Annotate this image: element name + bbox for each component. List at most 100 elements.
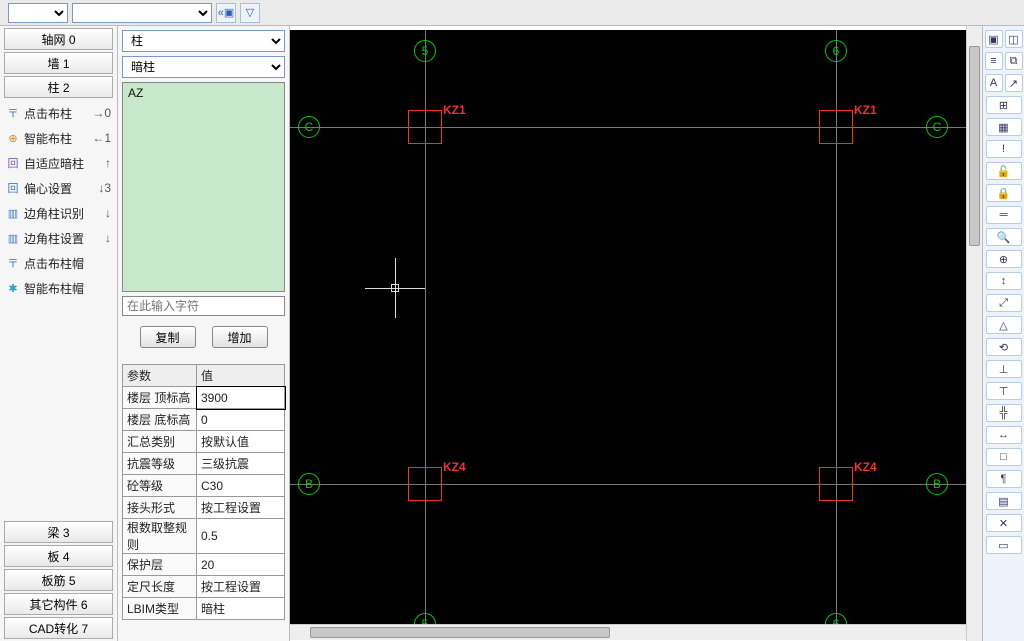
tool-suffix: ↓ — [105, 206, 111, 220]
column-marker[interactable] — [408, 467, 442, 501]
add-button[interactable]: 增加 — [212, 326, 268, 348]
copy-button[interactable]: 复制 — [140, 326, 196, 348]
tool-icon[interactable]: ✕ — [986, 514, 1022, 532]
category-item[interactable]: 墙 1 — [4, 52, 113, 74]
tool-icon[interactable]: 🔍 — [986, 228, 1022, 246]
tool-icon[interactable]: ╬ — [986, 404, 1022, 422]
tool-icon[interactable]: ≡ — [985, 52, 1003, 70]
tool-item[interactable]: 回偏心设置↓3 — [4, 176, 113, 200]
tool-icon[interactable]: ▣ — [985, 30, 1003, 48]
table-header: 参数 值 — [123, 365, 285, 387]
tool-icon[interactable]: ↕ — [986, 272, 1022, 290]
tool-item[interactable]: ▥边角柱识别↓ — [4, 201, 113, 225]
column-label: KZ1 — [854, 103, 877, 117]
tool-icon[interactable]: ▭ — [986, 536, 1022, 554]
category-item[interactable]: 板 4 — [4, 545, 113, 567]
tool-icon[interactable]: ═ — [986, 206, 1022, 224]
param-value[interactable]: 0 — [197, 409, 285, 431]
tool-suffix: ↓ — [105, 231, 111, 245]
table-row[interactable]: 定尺长度按工程设置 — [123, 576, 285, 598]
tool-icon[interactable]: ▤ — [986, 492, 1022, 510]
search-input[interactable] — [122, 296, 285, 316]
scrollbar-thumb[interactable] — [969, 46, 980, 246]
tool-icon[interactable]: ! — [986, 140, 1022, 158]
scrollbar-thumb[interactable] — [310, 627, 610, 638]
tool-icon: 〒 — [6, 106, 20, 120]
component-type-dropdown[interactable]: 柱 — [122, 30, 285, 52]
table-row[interactable]: 砼等级C30 — [123, 475, 285, 497]
top-dropdown-2[interactable] — [72, 3, 212, 23]
column-marker[interactable] — [819, 110, 853, 144]
param-value[interactable]: 20 — [197, 554, 285, 576]
param-value[interactable]: 按工程设置 — [197, 576, 285, 598]
tool-icon[interactable]: ⊤ — [986, 382, 1022, 400]
vertical-scrollbar[interactable] — [966, 26, 982, 641]
column-label: KZ4 — [443, 460, 466, 474]
component-list[interactable]: AZ — [122, 82, 285, 292]
table-row[interactable]: 汇总类别按默认值 — [123, 431, 285, 453]
tool-icon: ▥ — [6, 206, 20, 220]
axis-bubble: 5 — [414, 40, 436, 62]
tool-item[interactable]: 回自适应暗柱↑ — [4, 151, 113, 175]
tool-icon[interactable]: ⊞ — [986, 96, 1022, 114]
tool-item[interactable]: 〒点击布柱→0 — [4, 101, 113, 125]
table-row[interactable]: 楼层 底标高0 — [123, 409, 285, 431]
param-name: 接头形式 — [123, 497, 197, 519]
column-marker[interactable] — [408, 110, 442, 144]
filter-icon[interactable]: ▽ — [240, 3, 260, 23]
horizontal-scrollbar[interactable] — [290, 624, 966, 640]
tool-icon[interactable]: 🔓 — [986, 162, 1022, 180]
list-item[interactable]: AZ — [128, 86, 143, 100]
category-item[interactable]: CAD转化 7 — [4, 617, 113, 639]
param-value[interactable]: 3900 — [197, 387, 285, 409]
category-item[interactable]: 其它构件 6 — [4, 593, 113, 615]
toolbar-button-1[interactable]: «▣ — [216, 3, 236, 23]
param-value[interactable]: C30 — [197, 475, 285, 497]
tool-label: 边角柱设置 — [24, 230, 84, 247]
param-name: 楼层 顶标高 — [123, 387, 197, 409]
tool-icon[interactable]: △ — [986, 316, 1022, 334]
tool-item[interactable]: ✱智能布柱帽 — [4, 276, 113, 300]
tool-item[interactable]: 〒点击布柱帽 — [4, 251, 113, 275]
tool-icon[interactable]: ⧉ — [1005, 52, 1023, 70]
top-dropdown-1[interactable] — [8, 3, 68, 23]
param-value[interactable]: 按工程设置 — [197, 497, 285, 519]
tool-icon[interactable]: □ — [986, 448, 1022, 466]
tool-icon[interactable]: ⊕ — [986, 250, 1022, 268]
tool-icon[interactable]: ⟲ — [986, 338, 1022, 356]
tool-item[interactable]: ⊕智能布柱←1 — [4, 126, 113, 150]
param-value[interactable]: 0.5 — [197, 519, 285, 554]
tool-icon[interactable]: ⤢ — [986, 294, 1022, 312]
axis-bubble: 6 — [825, 40, 847, 62]
tool-suffix: ←1 — [92, 131, 111, 145]
param-name: 楼层 底标高 — [123, 409, 197, 431]
tool-icon[interactable]: 🔒 — [986, 184, 1022, 202]
component-subtype-dropdown[interactable]: 暗柱 — [122, 56, 285, 78]
param-name: LBIM类型 — [123, 598, 197, 620]
table-row[interactable]: 保护层20 — [123, 554, 285, 576]
column-marker[interactable] — [819, 467, 853, 501]
param-value[interactable]: 按默认值 — [197, 431, 285, 453]
category-item[interactable]: 板筋 5 — [4, 569, 113, 591]
table-row[interactable]: 根数取整规则0.5 — [123, 519, 285, 554]
tool-icon[interactable]: ↗ — [1005, 74, 1023, 92]
tool-icon[interactable]: ⊥ — [986, 360, 1022, 378]
tool-icon[interactable]: A — [985, 74, 1003, 92]
tool-item[interactable]: ▥边角柱设置↓ — [4, 226, 113, 250]
param-value[interactable]: 暗柱 — [197, 598, 285, 620]
tool-icon[interactable]: ▦ — [986, 118, 1022, 136]
tool-icon[interactable]: ¶ — [986, 470, 1022, 488]
drawing-canvas[interactable]: 5566CCBBKZ1KZ1KZ4KZ4 — [290, 30, 966, 637]
category-item[interactable]: 轴网 0 — [4, 28, 113, 50]
table-row[interactable]: 接头形式按工程设置 — [123, 497, 285, 519]
category-item[interactable]: 梁 3 — [4, 521, 113, 543]
tool-icon: ✱ — [6, 281, 20, 295]
table-row[interactable]: LBIM类型暗柱 — [123, 598, 285, 620]
category-item[interactable]: 柱 2 — [4, 76, 113, 98]
param-name: 根数取整规则 — [123, 519, 197, 554]
table-row[interactable]: 楼层 顶标高3900 — [123, 387, 285, 409]
tool-icon[interactable]: ↔ — [986, 426, 1022, 444]
tool-icon[interactable]: ◫ — [1005, 30, 1023, 48]
table-row[interactable]: 抗震等级三级抗震 — [123, 453, 285, 475]
param-value[interactable]: 三级抗震 — [197, 453, 285, 475]
